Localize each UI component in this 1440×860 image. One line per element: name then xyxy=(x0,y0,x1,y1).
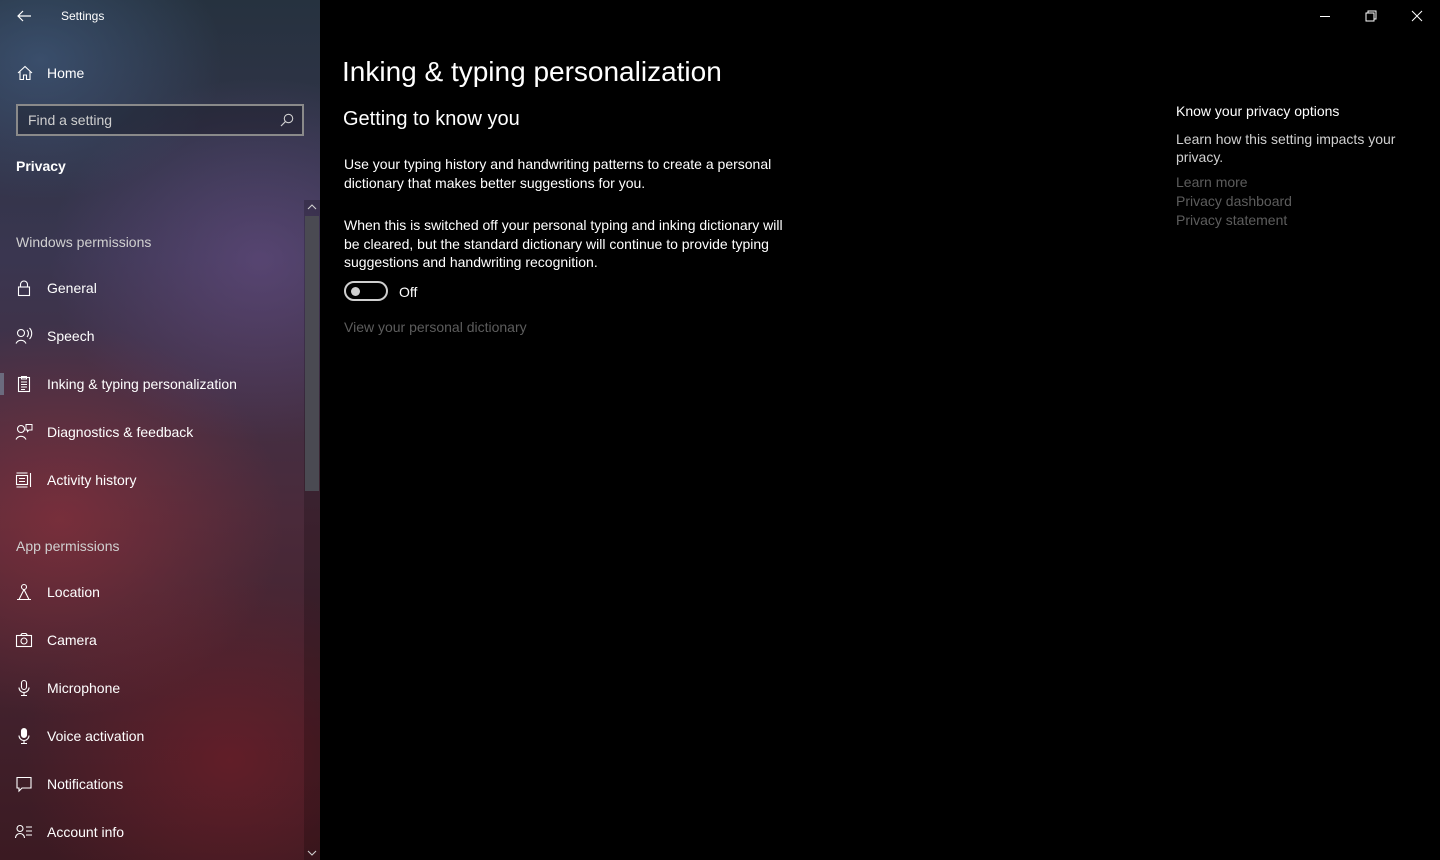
search-icon[interactable] xyxy=(280,113,294,127)
description-paragraph: Use your typing history and handwriting … xyxy=(344,156,772,191)
feedback-icon xyxy=(15,424,33,440)
toggle-state-label: Off xyxy=(399,284,418,300)
home-icon xyxy=(17,65,33,81)
privacy-dashboard-link[interactable]: Privacy dashboard xyxy=(1176,192,1416,211)
account-info-icon xyxy=(15,824,32,839)
group-heading-windows-permissions: Windows permissions xyxy=(16,234,152,250)
notification-icon xyxy=(16,776,32,793)
lock-icon xyxy=(17,280,31,297)
back-button[interactable] xyxy=(12,4,36,28)
microphone-icon xyxy=(18,679,30,697)
sidebar-item-label: Microphone xyxy=(47,680,121,696)
location-icon xyxy=(17,583,31,601)
home-label: Home xyxy=(47,65,85,81)
voice-activation-icon xyxy=(18,727,30,745)
sidebar-item-account-info[interactable]: Account info xyxy=(0,812,304,852)
nav-list: Windows permissions General Speech Inkin… xyxy=(0,200,304,860)
search-box[interactable] xyxy=(16,104,304,136)
chevron-up-icon xyxy=(307,204,317,210)
camera-icon xyxy=(15,632,33,648)
sidebar-item-microphone[interactable]: Microphone xyxy=(0,668,304,708)
personalization-toggle[interactable] xyxy=(344,281,388,301)
privacy-options-panel: Know your privacy options Learn how this… xyxy=(1176,103,1416,230)
speech-icon xyxy=(15,327,33,344)
home-nav-item[interactable]: Home xyxy=(0,56,304,90)
section-title: Getting to know you xyxy=(343,108,520,130)
view-dictionary-link[interactable]: View your personal dictionary xyxy=(344,319,527,335)
restore-icon xyxy=(1365,10,1377,22)
restore-button[interactable] xyxy=(1348,0,1394,32)
title-bar: Settings xyxy=(0,0,320,32)
privacy-panel-description: Learn how this setting impacts your priv… xyxy=(1176,131,1396,165)
sidebar-item-notifications[interactable]: Notifications xyxy=(0,764,304,804)
timeline-icon xyxy=(15,472,32,488)
scroll-up-button[interactable] xyxy=(304,200,320,214)
warning-paragraph: When this is switched off your personal … xyxy=(344,217,783,270)
sidebar-item-label: Notifications xyxy=(47,776,124,792)
window-controls xyxy=(1302,0,1440,32)
sidebar-item-label: Speech xyxy=(47,328,95,344)
sidebar-item-label: Activity history xyxy=(47,472,137,488)
scroll-thumb[interactable] xyxy=(305,216,319,491)
app-title: Settings xyxy=(61,9,105,23)
sidebar-item-speech[interactable]: Speech xyxy=(0,316,304,356)
current-section-title: Privacy xyxy=(16,158,66,174)
sidebar-item-camera[interactable]: Camera xyxy=(0,620,304,660)
sidebar-item-diagnostics[interactable]: Diagnostics & feedback xyxy=(0,412,304,452)
minimize-button[interactable] xyxy=(1302,0,1348,32)
sidebar-item-label: Account info xyxy=(47,824,125,840)
sidebar-item-label: Diagnostics & feedback xyxy=(47,424,194,440)
clipboard-icon xyxy=(17,376,31,393)
scroll-down-button[interactable] xyxy=(304,846,320,860)
sidebar-item-label: Voice activation xyxy=(47,728,145,744)
privacy-statement-link[interactable]: Privacy statement xyxy=(1176,211,1416,230)
page-title: Inking & typing personalization xyxy=(342,56,722,87)
privacy-panel-title: Know your privacy options xyxy=(1176,103,1340,119)
learn-more-link[interactable]: Learn more xyxy=(1176,173,1416,192)
chevron-down-icon xyxy=(307,850,317,856)
sidebar-scrollbar[interactable] xyxy=(304,200,320,860)
toggle-knob xyxy=(351,287,360,296)
sidebar-item-voice-activation[interactable]: Voice activation xyxy=(0,716,304,756)
minimize-icon xyxy=(1320,16,1330,17)
sidebar-item-inking-typing[interactable]: Inking & typing personalization xyxy=(0,364,304,404)
sidebar-item-label: Inking & typing personalization xyxy=(47,376,237,392)
sidebar-item-label: General xyxy=(47,280,97,296)
back-arrow-icon xyxy=(17,10,31,22)
sidebar: Settings Home Privacy Windows permission… xyxy=(0,0,320,860)
group-heading-app-permissions: App permissions xyxy=(16,538,120,554)
selection-indicator xyxy=(0,373,4,395)
sidebar-item-general[interactable]: General xyxy=(0,268,304,308)
close-button[interactable] xyxy=(1394,0,1440,32)
search-input[interactable] xyxy=(18,106,274,134)
sidebar-item-label: Location xyxy=(47,584,100,600)
sidebar-item-location[interactable]: Location xyxy=(0,572,304,612)
sidebar-item-label: Camera xyxy=(47,632,97,648)
sidebar-item-activity-history[interactable]: Activity history xyxy=(0,460,304,500)
close-icon xyxy=(1411,10,1423,22)
